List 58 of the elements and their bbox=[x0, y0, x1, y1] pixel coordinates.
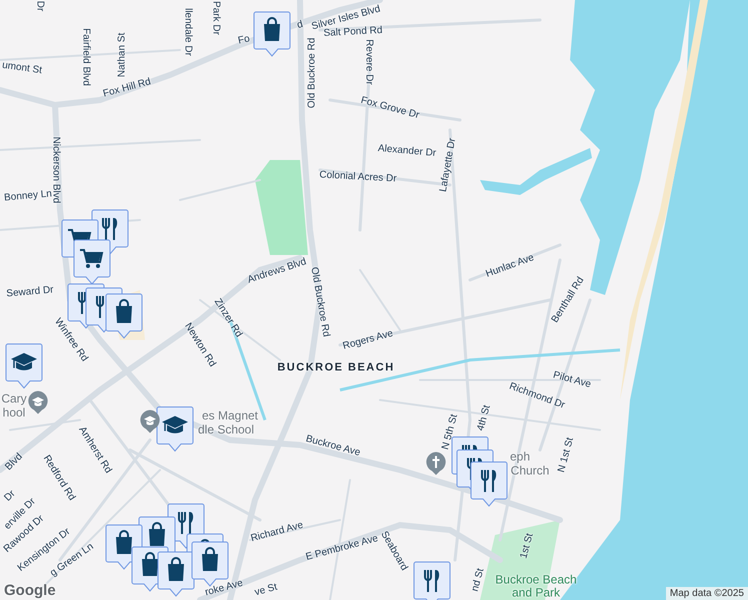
street-label: N 5th St bbox=[440, 413, 460, 451]
street-label: Nathan St bbox=[116, 32, 128, 78]
graduation-cap-marker[interactable] bbox=[5, 343, 43, 389]
street-label: Alexander Dr bbox=[377, 142, 437, 160]
street-label: Seward Dr bbox=[6, 284, 54, 300]
map-attribution: Map data ©2025 bbox=[666, 587, 748, 600]
street-label: Andrews Blvd bbox=[246, 256, 308, 286]
street-label: Old Buckroe Rd bbox=[308, 266, 332, 338]
street-label: llendale Dr bbox=[182, 8, 194, 56]
fork-knife-marker[interactable] bbox=[413, 561, 451, 600]
street-label: Fox Grove Dr bbox=[360, 94, 420, 122]
place-label: es Magnet bbox=[202, 410, 258, 422]
street-label: Richard Ave bbox=[250, 520, 304, 544]
street-label: Revere Dr bbox=[364, 39, 374, 85]
street-label: Fairfield Blvd bbox=[80, 28, 92, 86]
shopping-bag-marker[interactable] bbox=[253, 11, 291, 57]
street-label: N 1st St bbox=[556, 436, 576, 474]
street-label: d bbox=[296, 18, 304, 32]
shopping-bag-marker[interactable] bbox=[157, 551, 195, 597]
street-label: roke Ave bbox=[204, 578, 244, 598]
school-pin-icon[interactable] bbox=[140, 410, 160, 433]
street-label: Bonney Ln bbox=[4, 188, 52, 204]
shopping-cart-marker[interactable] bbox=[73, 239, 111, 285]
street-label: 1st St bbox=[518, 532, 536, 560]
logo[interactable]: Google bbox=[4, 583, 56, 599]
cross-pin-icon[interactable] bbox=[426, 452, 446, 475]
school-pin-icon[interactable] bbox=[28, 391, 48, 414]
street-label: Colonial Acres Dr bbox=[319, 169, 397, 185]
shopping-bag-marker[interactable] bbox=[191, 541, 229, 587]
street-label: Lafayette Dr bbox=[438, 137, 458, 193]
place-label: Church bbox=[510, 466, 550, 476]
street-label: Pilot Ave bbox=[552, 370, 592, 390]
place-label: dle School bbox=[198, 424, 254, 436]
street-label: Dr bbox=[2, 488, 18, 504]
park-label: and Park bbox=[512, 588, 560, 598]
street-label: E Pembroke Ave bbox=[304, 533, 380, 563]
place-label: eph bbox=[510, 452, 530, 462]
fork-knife-marker[interactable] bbox=[470, 461, 508, 507]
neighborhood-label: BUCKROE BEACH bbox=[277, 362, 395, 374]
place-label: Cary bbox=[1, 394, 27, 404]
street-label: umont St bbox=[1, 60, 43, 76]
street-label: nd St bbox=[470, 567, 486, 593]
street-label: Salt Pond Rd bbox=[323, 24, 383, 40]
place-label: hool bbox=[2, 408, 26, 418]
graduation-cap-marker[interactable] bbox=[156, 406, 194, 452]
street-label: Buckroe Ave bbox=[304, 433, 362, 459]
street-label: Nickerson Blvd bbox=[50, 136, 62, 204]
street-label: Old Buckroe Rd bbox=[306, 38, 318, 108]
street-label: Rogers Ave bbox=[342, 328, 394, 352]
street-label: Fox Hill Rd bbox=[102, 76, 152, 100]
street-label: Dr bbox=[34, 0, 46, 12]
street-label: 4th St bbox=[475, 404, 493, 432]
street-label: Hunlac Ave bbox=[484, 252, 536, 280]
park-label: Buckroe Beach bbox=[495, 574, 577, 586]
street-label: ve St bbox=[254, 582, 278, 598]
street-label: Park Dr bbox=[210, 1, 222, 35]
shopping-bag-marker[interactable] bbox=[105, 293, 143, 339]
street-label: Fo bbox=[237, 33, 251, 47]
